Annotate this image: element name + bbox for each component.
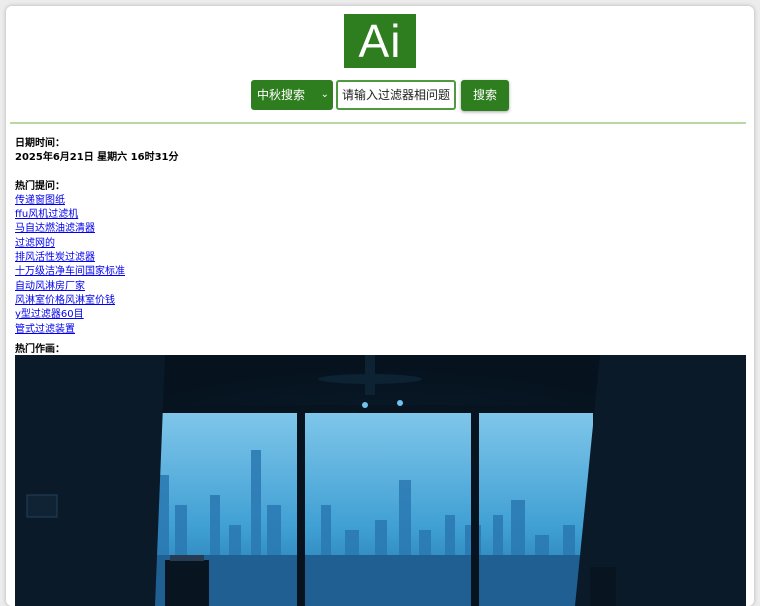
chevron-down-icon: ⌄ xyxy=(320,89,329,100)
site-logo[interactable]: Ai xyxy=(344,14,416,68)
hot-question-link[interactable]: y型过滤器60目 xyxy=(15,308,745,322)
hot-question-link[interactable]: 传递窗图纸 xyxy=(15,194,745,208)
hot-question-link[interactable]: 十万级洁净车间国家标准 xyxy=(15,265,745,279)
main-content: 日期时间： 2025年6月21日 星期六 16时31分 热门提问： 传递窗图纸 … xyxy=(15,137,745,357)
hot-question-link[interactable]: 管式过滤装置 xyxy=(15,323,745,337)
hot-question-link[interactable]: 自动风淋房厂家 xyxy=(15,280,745,294)
search-input[interactable]: 请输入过滤器相问题 xyxy=(336,80,456,110)
artwork-illustration xyxy=(15,355,746,606)
hot-question-link[interactable]: 马自达燃油滤清器 xyxy=(15,222,745,236)
hot-question-link[interactable]: 过滤网的 xyxy=(15,237,745,251)
search-engine-selected: 中秋搜索 xyxy=(257,88,306,102)
hot-question-link[interactable]: ffu风机过滤机 xyxy=(15,208,745,222)
hot-artwork-image[interactable] xyxy=(15,355,746,606)
search-engine-select[interactable]: 中秋搜索 ⌄ xyxy=(251,80,333,110)
header-divider xyxy=(10,122,746,124)
search-button[interactable]: 搜索 xyxy=(461,80,509,111)
datetime-value: 2025年6月21日 星期六 16时31分 xyxy=(15,152,179,164)
page-card: Ai 中秋搜索 ⌄ 请输入过滤器相问题 搜索 日期时间： 2025年6月21日 … xyxy=(6,6,754,606)
datetime-label: 日期时间： xyxy=(15,138,65,149)
hot-question-link[interactable]: 风淋室价格风淋室价钱 xyxy=(15,294,745,308)
hot-question-link[interactable]: 排风活性炭过滤器 xyxy=(15,251,745,265)
hot-questions-label: 热门提问： xyxy=(15,180,65,192)
